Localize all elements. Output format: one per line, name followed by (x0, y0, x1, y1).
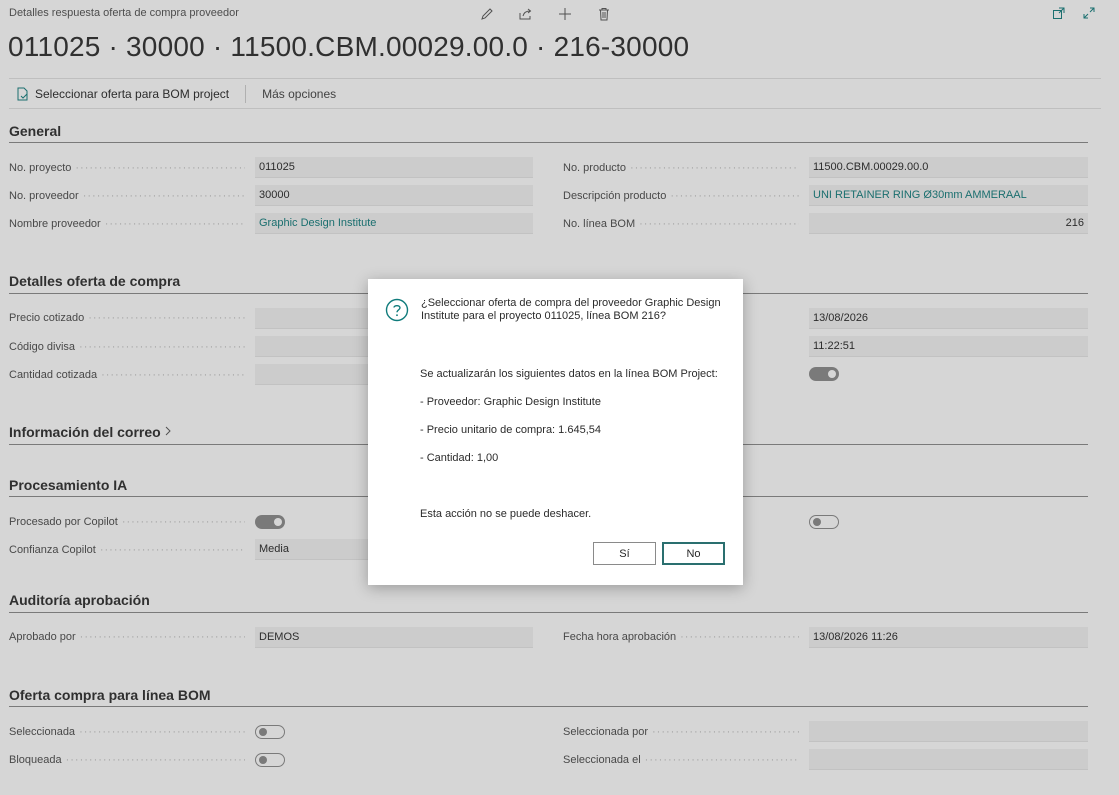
dialog-question: ¿Seleccionar oferta de compra del provee… (421, 297, 721, 322)
question-icon (385, 298, 409, 322)
no-button[interactable]: No (662, 542, 725, 565)
dialog-price-line: - Precio unitario de compra: 1.645,54 (420, 424, 601, 436)
yes-button[interactable]: Sí (593, 542, 656, 565)
page: Detalles respuesta oferta de compra prov… (0, 0, 1119, 795)
dialog-vendor-line: - Proveedor: Graphic Design Institute (420, 396, 601, 408)
confirm-dialog: ¿Seleccionar oferta de compra del provee… (368, 279, 743, 585)
dialog-warning: Esta acción no se puede deshacer. (420, 508, 592, 520)
dialog-qty-line: - Cantidad: 1,00 (420, 452, 499, 464)
dialog-intro: Se actualizarán los siguientes datos en … (420, 368, 718, 380)
